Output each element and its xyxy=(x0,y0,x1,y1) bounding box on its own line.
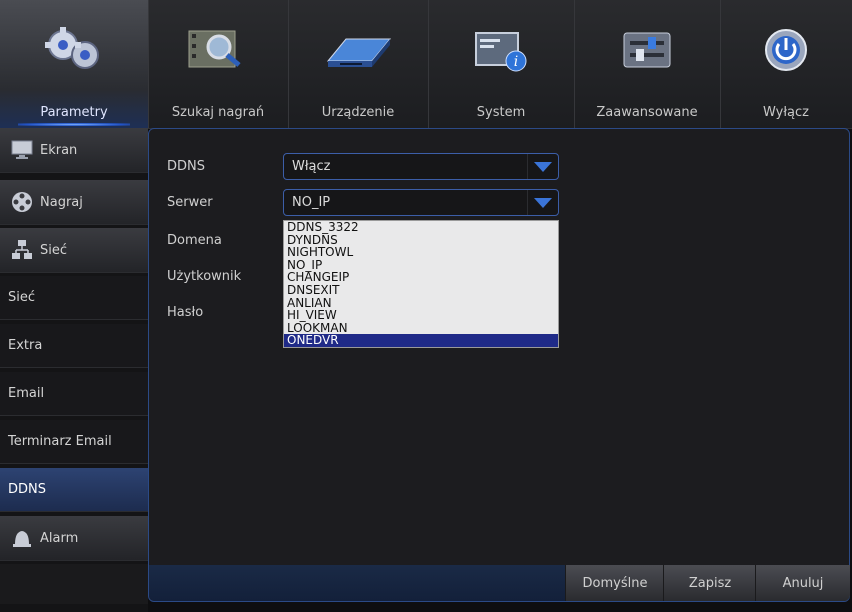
dropdown-option[interactable]: DNSEXIT xyxy=(284,284,558,297)
sidebar-empty-slot xyxy=(0,564,148,604)
server-label: Serwer xyxy=(167,195,213,210)
sidebar-item-label: Nagraj xyxy=(40,194,83,210)
power-icon xyxy=(750,14,822,86)
ddns-settings-panel: DDNS Włącz Serwer NO_IP Domena Użytkowni… xyxy=(148,128,850,602)
sidebar-subitem-ddns[interactable]: DDNS xyxy=(0,468,148,512)
sidebar-item-label: Sieć xyxy=(40,242,68,258)
tab-label: Zaawansowane xyxy=(596,105,698,120)
cancel-button[interactable]: Anuluj xyxy=(755,565,850,601)
domain-label: Domena xyxy=(167,233,222,248)
tab-zaawansowane[interactable]: Zaawansowane xyxy=(574,0,721,128)
sidebar-item-alarm[interactable]: Alarm xyxy=(0,516,148,561)
tab-label: Parametry xyxy=(40,105,108,120)
sidebar-item-label: Ekran xyxy=(40,142,78,158)
sliders-icon xyxy=(611,14,683,86)
sidebar-item-label: Alarm xyxy=(40,530,79,546)
default-button[interactable]: Domyślne xyxy=(565,565,664,601)
tab-szukaj-nagran[interactable]: Szukaj nagrań xyxy=(148,0,289,128)
network-icon xyxy=(10,238,34,262)
top-navigation-bar: Parametry Szukaj nagrań Urządzenie i Sys… xyxy=(0,0,852,129)
ddns-label: DDNS xyxy=(167,159,205,174)
sidebar-item-siec-category[interactable]: Sieć xyxy=(0,228,148,273)
dropdown-option[interactable]: NIGHTOWL xyxy=(284,246,558,259)
tab-wylacz[interactable]: Wyłącz xyxy=(720,0,852,128)
film-reel-icon xyxy=(10,190,34,214)
sidebar: Ekran Nagraj Sieć Sieć Extra Email Termi… xyxy=(0,128,148,612)
sidebar-item-label: Email xyxy=(8,386,45,401)
dropdown-option[interactable]: DDNS_3322 xyxy=(284,221,558,234)
sidebar-item-label: Sieć xyxy=(8,290,36,305)
sidebar-item-label: Extra xyxy=(8,338,43,353)
tab-label: Szukaj nagrań xyxy=(171,105,265,120)
tab-label: Wyłącz xyxy=(763,105,809,120)
chevron-down-icon[interactable] xyxy=(527,154,558,179)
tab-urzadzenie[interactable]: Urządzenie xyxy=(288,0,429,128)
film-search-icon xyxy=(182,14,254,86)
tab-parametry[interactable]: Parametry xyxy=(0,0,149,128)
user-label: Użytkownik xyxy=(167,269,242,284)
sidebar-subitem-terminarz-email[interactable]: Terminarz Email xyxy=(0,420,148,464)
sidebar-subitem-email[interactable]: Email xyxy=(0,372,148,416)
chevron-down-icon[interactable] xyxy=(527,190,558,215)
tab-system[interactable]: i System xyxy=(428,0,575,128)
ddns-select-value: Włącz xyxy=(292,159,331,174)
sidebar-item-label: DDNS xyxy=(8,482,46,497)
ddns-select[interactable]: Włącz xyxy=(283,153,559,180)
sidebar-item-label: Terminarz Email xyxy=(8,434,112,449)
tab-label: Urządzenie xyxy=(321,105,395,120)
sidebar-item-ekran[interactable]: Ekran xyxy=(0,128,148,173)
sidebar-item-nagraj[interactable]: Nagraj xyxy=(0,180,148,225)
password-label: Hasło xyxy=(167,305,204,320)
system-info-icon: i xyxy=(465,14,537,86)
server-select-value: NO_IP xyxy=(292,195,331,210)
server-select[interactable]: NO_IP xyxy=(283,189,559,216)
save-button[interactable]: Zapisz xyxy=(663,565,756,601)
sidebar-subitem-extra[interactable]: Extra xyxy=(0,324,148,368)
server-dropdown-list: DDNS_3322 DYNDNS NIGHTOWL NO_IP CHANGEIP… xyxy=(283,220,559,348)
tab-label: System xyxy=(476,105,526,120)
gears-icon xyxy=(38,14,110,86)
action-bar: Domyślne Zapisz Anuluj xyxy=(149,565,850,601)
dropdown-option[interactable]: HI_VIEW xyxy=(284,309,558,322)
monitor-icon xyxy=(10,138,34,162)
sidebar-subitem-siec[interactable]: Sieć xyxy=(0,276,148,320)
svg-text:i: i xyxy=(514,54,518,70)
hard-drive-icon xyxy=(322,14,394,86)
alarm-bell-icon xyxy=(10,526,34,550)
dropdown-option-highlighted[interactable]: ONEDVR xyxy=(284,334,558,347)
